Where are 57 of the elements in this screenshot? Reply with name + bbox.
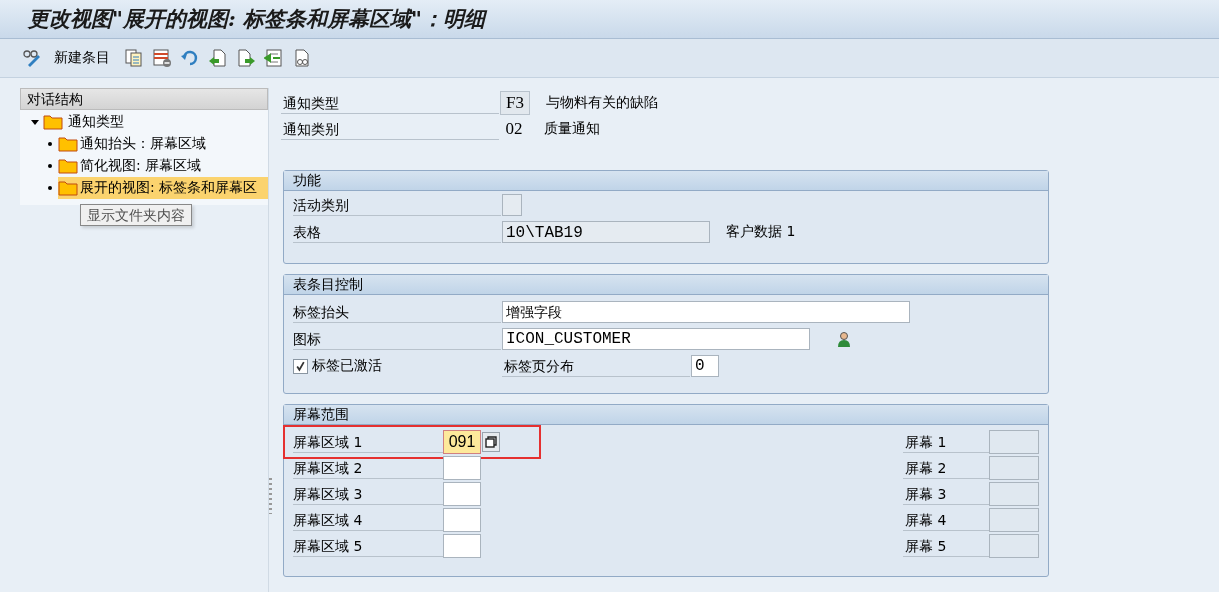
folder-icon [58, 180, 78, 196]
new-entries-button[interactable]: 新建条目 [50, 47, 116, 69]
delete-rows-icon[interactable] [152, 48, 172, 68]
folder-icon [58, 158, 78, 174]
input-field[interactable] [443, 482, 481, 506]
copy-document-icon[interactable] [124, 48, 144, 68]
triangle-icon[interactable] [30, 117, 40, 127]
group-title: 功能 [284, 171, 1048, 191]
field-description: 与物料有关的缺陷 [546, 94, 658, 112]
tree-item[interactable]: 简化视图: 屏幕区域 [58, 155, 268, 177]
splitter-handle[interactable] [269, 478, 272, 514]
input-field[interactable]: 增强字段 [502, 301, 910, 323]
field-label: 通知类型 [281, 92, 499, 114]
checkbox-label: 标签已激活 [312, 357, 382, 375]
group-title: 表条目控制 [284, 275, 1048, 295]
input-field[interactable] [443, 534, 481, 558]
input-field[interactable] [443, 456, 481, 480]
undo-icon[interactable] [180, 48, 200, 68]
panel-header: 对话结构 [20, 88, 268, 110]
tree-item[interactable]: 展开的视图: 标签条和屏幕区 [58, 177, 268, 199]
input-field[interactable] [989, 430, 1039, 454]
tree-item[interactable]: 通知类型 [66, 113, 126, 131]
document-glasses-icon[interactable] [292, 48, 312, 68]
bullet-icon [48, 164, 52, 168]
input-field[interactable] [989, 534, 1039, 558]
field-label: 标签页分布 [502, 355, 690, 377]
next-document-icon[interactable] [236, 48, 256, 68]
person-icon [836, 331, 852, 347]
input-field[interactable]: 091 [443, 430, 481, 454]
field-label: 通知类别 [281, 118, 499, 140]
previous-document-icon[interactable] [208, 48, 228, 68]
glasses-pencil-icon[interactable] [22, 48, 42, 68]
input-field[interactable] [502, 194, 522, 216]
field-label: 标签抬头 [293, 301, 501, 323]
group-title: 屏幕范围 [284, 405, 1048, 425]
field-description: 客户数据 1 [726, 223, 796, 241]
input-field[interactable] [989, 482, 1039, 506]
input-field[interactable] [443, 508, 481, 532]
input-field[interactable] [989, 508, 1039, 532]
input-field[interactable] [989, 456, 1039, 480]
folder-icon [58, 136, 78, 152]
field-description: 质量通知 [544, 120, 600, 138]
value-help-button[interactable] [482, 432, 500, 452]
bullet-icon [48, 142, 52, 146]
field-label: 图标 [293, 328, 501, 350]
checkbox[interactable] [293, 358, 308, 374]
tree-item[interactable]: 通知抬头：屏幕区域 [58, 133, 268, 155]
field-value: 02 [504, 118, 524, 140]
input-field[interactable]: ICON_CUSTOMER [502, 328, 810, 350]
field-label: 活动类别 [293, 194, 501, 216]
bullet-icon [48, 186, 52, 190]
field-value: F3 [500, 91, 530, 115]
input-field[interactable]: 10\TAB19 [502, 221, 710, 243]
input-field[interactable]: 0 [691, 355, 719, 377]
field-label: 表格 [293, 221, 501, 243]
folder-icon [43, 114, 63, 130]
tooltip: 显示文件夹内容 [80, 204, 192, 226]
